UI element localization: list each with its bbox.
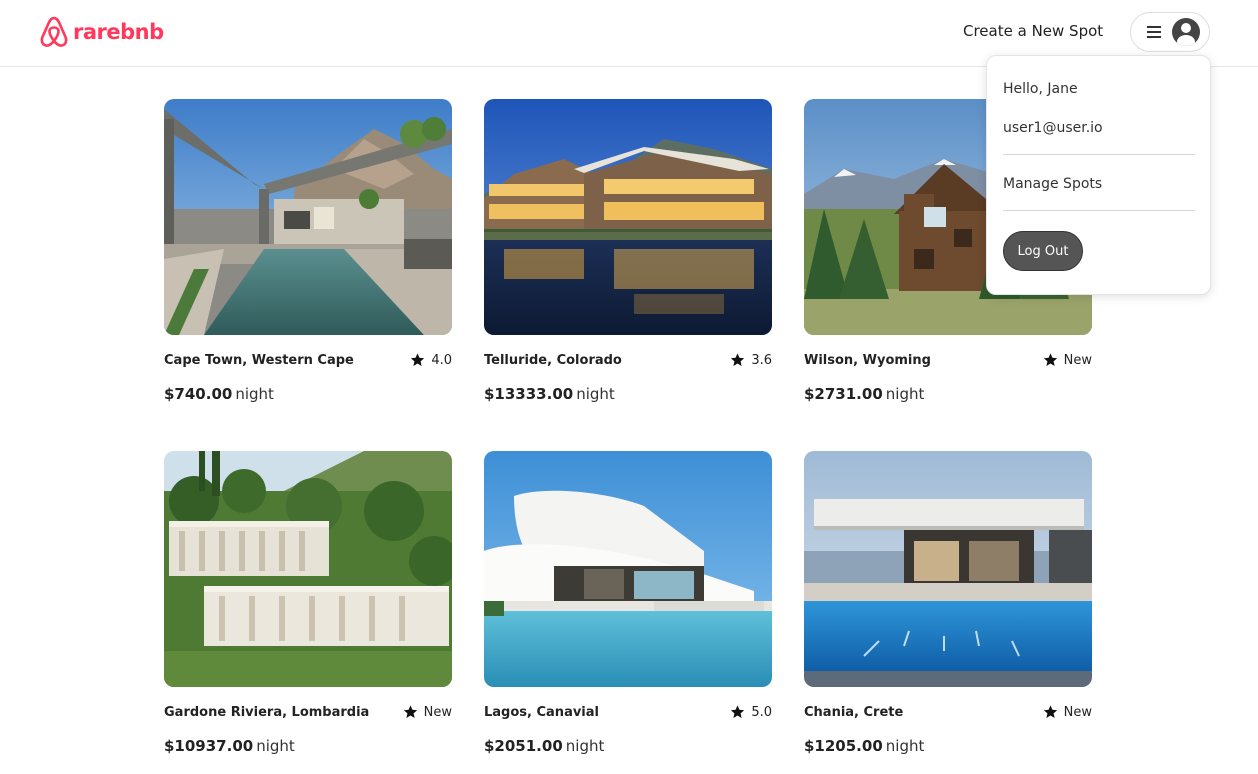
user-email: user1@user.io xyxy=(1003,120,1103,136)
spot-card[interactable]: Telluride, Colorado 3.6 $13333.00 night xyxy=(484,99,772,403)
spot-price: $10937.00 night xyxy=(164,737,295,755)
star-icon xyxy=(731,705,745,718)
create-spot-link[interactable]: Create a New Spot xyxy=(963,22,1103,40)
logo-text: rarebnb xyxy=(73,20,164,44)
spot-card[interactable]: Chania, Crete New $1205.00 night xyxy=(804,451,1092,755)
spot-card[interactable]: Gardone Riviera, Lombardia New $10937.00… xyxy=(164,451,452,755)
spot-location: Gardone Riviera, Lombardia xyxy=(164,704,370,720)
menu-divider xyxy=(1003,210,1195,211)
price-unit: night xyxy=(576,385,615,403)
menu-divider xyxy=(1003,154,1195,155)
price-unit: night xyxy=(885,385,925,403)
spot-rating: New xyxy=(1042,704,1092,720)
spot-rating: New xyxy=(402,704,452,720)
spot-rating: 3.6 xyxy=(729,352,772,368)
price-unit: night xyxy=(885,737,925,755)
spot-image xyxy=(484,451,772,687)
spot-location: Telluride, Colorado xyxy=(484,352,622,368)
spot-price: $2731.00 night xyxy=(804,385,924,403)
price-amount: $2731.00 xyxy=(804,385,883,403)
price-amount: $740.00 xyxy=(164,385,233,403)
spot-image xyxy=(804,451,1092,687)
spot-location: Lagos, Canavial xyxy=(484,704,599,720)
spot-rating: 5.0 xyxy=(729,704,772,720)
spot-card[interactable]: Lagos, Canavial 5.0 $2051.00 night xyxy=(484,451,772,755)
price-unit: night xyxy=(235,385,274,403)
spot-card[interactable]: Cape Town, Western Cape 4.0 $740.00 night xyxy=(164,99,452,403)
rating-value: New xyxy=(1063,704,1092,720)
star-icon xyxy=(1043,353,1057,366)
star-icon xyxy=(1043,705,1057,718)
airbnb-logo-icon xyxy=(40,16,68,47)
logout-button[interactable]: Log Out xyxy=(1003,231,1083,271)
spot-rating: 4.0 xyxy=(409,352,452,368)
logo[interactable]: rarebnb xyxy=(39,16,164,48)
spot-price: $740.00 night xyxy=(164,385,274,403)
user-avatar-icon xyxy=(1172,18,1200,46)
spot-location: Wilson, Wyoming xyxy=(804,352,931,368)
price-unit: night xyxy=(565,737,605,755)
rating-value: New xyxy=(423,704,452,720)
spot-price: $1205.00 night xyxy=(804,737,924,755)
rating-value: 5.0 xyxy=(751,704,772,720)
rating-value: 3.6 xyxy=(751,352,772,368)
price-amount: $1205.00 xyxy=(804,737,883,755)
greeting-text: Hello, Jane xyxy=(1003,81,1078,97)
menu-icon xyxy=(1147,26,1161,38)
price-amount: $10937.00 xyxy=(164,737,254,755)
spot-rating: New xyxy=(1042,352,1092,368)
spot-image xyxy=(164,99,452,335)
star-icon xyxy=(411,353,425,366)
spot-image xyxy=(164,451,452,687)
price-amount: $13333.00 xyxy=(484,385,574,403)
spot-image xyxy=(484,99,772,335)
spot-location: Chania, Crete xyxy=(804,704,904,720)
spot-price: $2051.00 night xyxy=(484,737,604,755)
profile-menu-button[interactable] xyxy=(1130,12,1210,52)
price-amount: $2051.00 xyxy=(484,737,563,755)
price-unit: night xyxy=(256,737,295,755)
profile-dropdown: Hello, Jane user1@user.io Manage Spots L… xyxy=(986,55,1211,295)
rating-value: 4.0 xyxy=(431,352,452,368)
spot-location: Cape Town, Western Cape xyxy=(164,352,354,368)
star-icon xyxy=(403,705,417,718)
rating-value: New xyxy=(1063,352,1092,368)
star-icon xyxy=(731,353,745,366)
spot-price: $13333.00 night xyxy=(484,385,615,403)
manage-spots-link[interactable]: Manage Spots xyxy=(1003,176,1102,192)
